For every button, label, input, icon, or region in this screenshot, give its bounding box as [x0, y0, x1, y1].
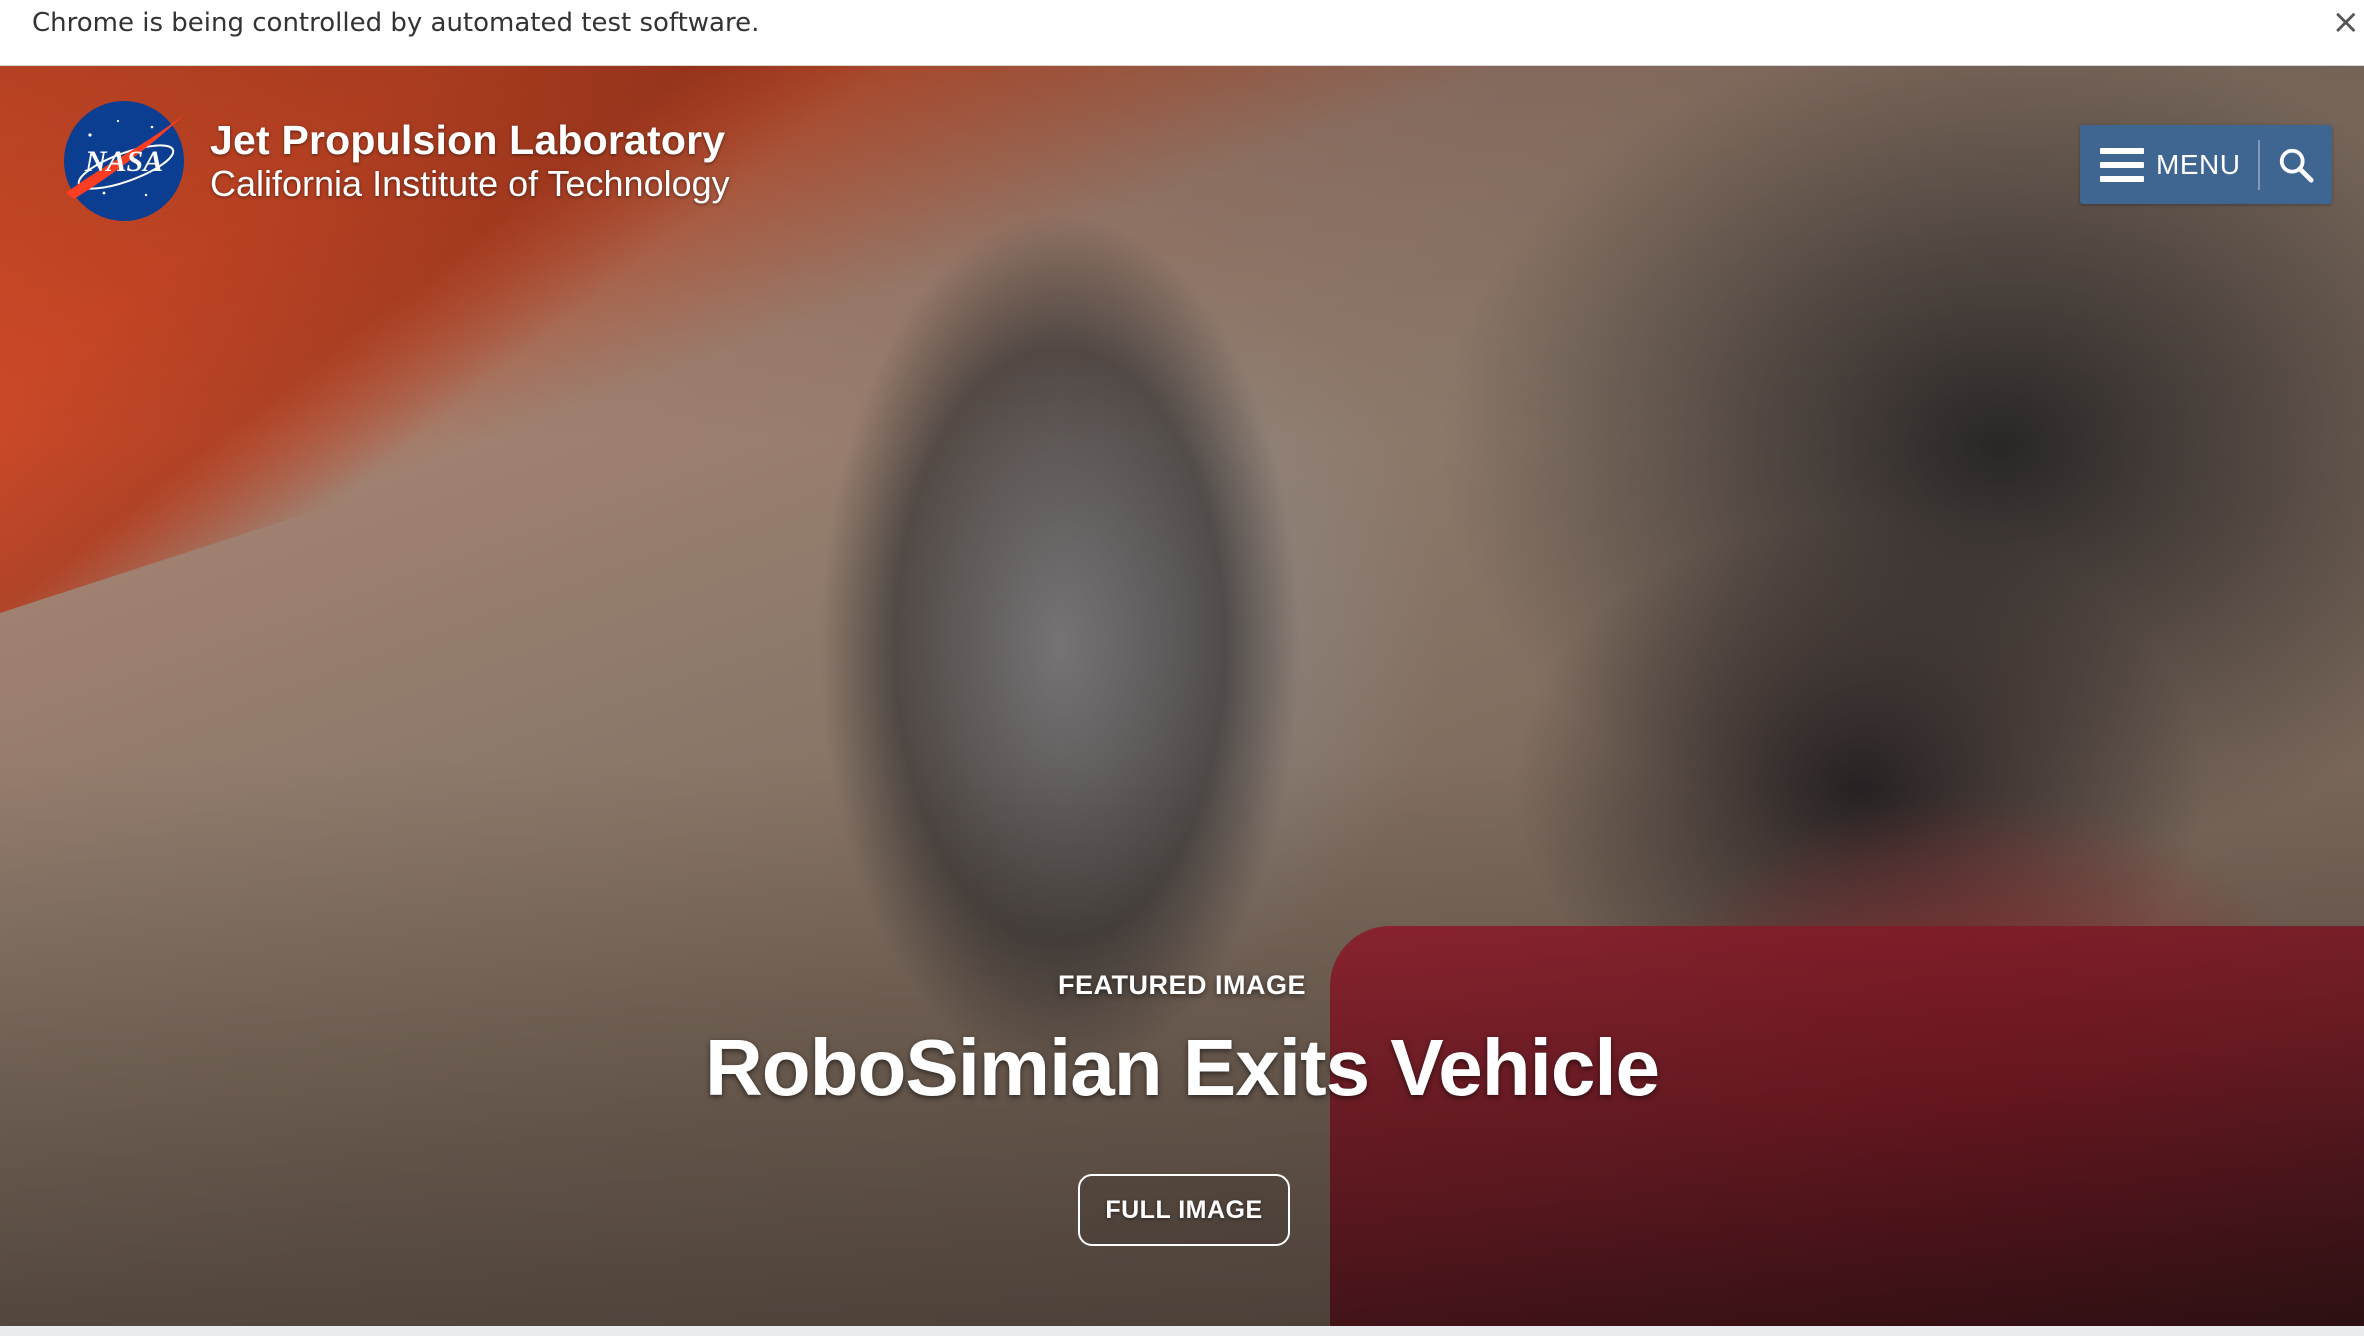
close-icon[interactable]: ×: [2332, 2, 2361, 42]
automation-notice: Chrome is being controlled by automated …: [32, 8, 760, 38]
featured-title: RoboSimian Exits Vehicle: [704, 1023, 1660, 1112]
menu-label: MENU: [2156, 148, 2241, 180]
menu-button[interactable]: MENU: [2080, 125, 2258, 204]
nasa-meatball-icon: NASA: [60, 97, 188, 225]
automation-infobar: Chrome is being controlled by automated …: [0, 0, 2364, 66]
hero-overlay: [0, 66, 2364, 1326]
full-image-button[interactable]: FULL IMAGE: [1078, 1174, 1290, 1246]
hamburger-icon: [2100, 147, 2144, 182]
nasa-logo-text: NASA: [84, 145, 163, 178]
site-logo-link[interactable]: NASA Jet Propulsion Laboratory Californi…: [60, 96, 730, 226]
brand-text: Jet Propulsion Laboratory California Ins…: [210, 117, 730, 205]
featured-caption: FEATURED IMAGE RoboSimian Exits Vehicle: [0, 968, 2364, 1116]
hero-featured-image: [0, 66, 2364, 1326]
header-nav: MENU: [2080, 125, 2332, 204]
featured-kicker: FEATURED IMAGE: [1058, 970, 1306, 1000]
page-below-fold: [0, 1326, 2364, 1336]
site-title: Jet Propulsion Laboratory: [210, 117, 726, 163]
site-subtitle: California Institute of Technology: [210, 163, 730, 204]
search-button[interactable]: [2260, 125, 2332, 204]
search-icon: [2280, 148, 2314, 183]
